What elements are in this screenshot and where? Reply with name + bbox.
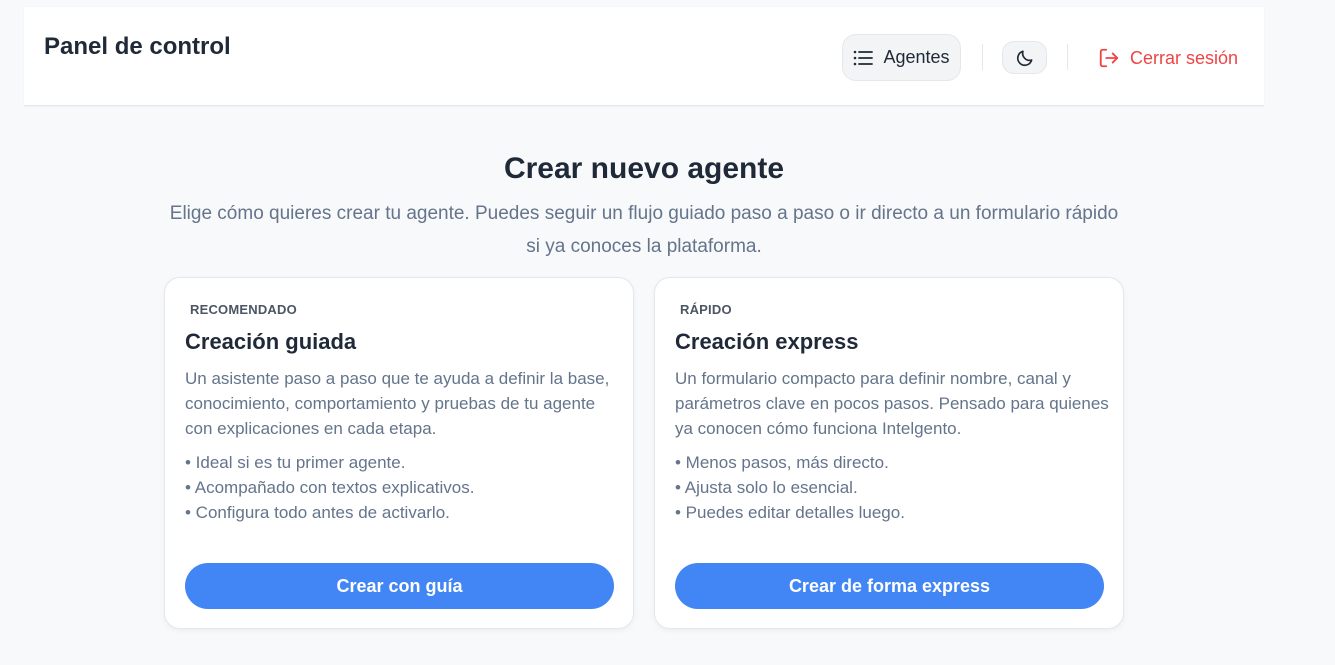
express-creation-card: RÁPIDO Creación express Un formulario co… (654, 277, 1124, 629)
card-tag: RECOMENDADO (190, 302, 297, 317)
create-express-button[interactable]: Crear de forma express (675, 563, 1104, 609)
list-item: • Configura todo antes de activarlo. (185, 503, 450, 522)
card-tag: RÁPIDO (680, 302, 732, 317)
card-description: Un formulario compacto para definir nomb… (675, 369, 1109, 438)
list-item: • Puedes editar detalles luego. (675, 503, 905, 522)
card-bullet-list: • Menos pasos, más directo. • Ajusta sol… (675, 450, 905, 525)
guided-creation-card: RECOMENDADO Creación guiada Un asistente… (164, 277, 634, 629)
header-divider (982, 44, 983, 70)
theme-toggle-button[interactable] (1002, 41, 1047, 74)
section-subheading: Elige cómo quieres crear tu agente. Pued… (169, 203, 1119, 257)
agents-nav-label: Agentes (883, 47, 950, 67)
logout-icon (1098, 47, 1120, 69)
header-divider (1067, 44, 1068, 70)
card-title: Creación guiada (185, 329, 357, 354)
list-item: • Ideal si es tu primer agente. (185, 453, 406, 472)
logout-label: Cerrar sesión (1130, 47, 1239, 68)
list-item: • Ajusta solo lo esencial. (675, 478, 858, 497)
create-guided-button[interactable]: Crear con guía (185, 563, 614, 609)
page-title: Panel de control (44, 33, 231, 60)
list-icon (853, 50, 874, 66)
card-bullet-list: • Ideal si es tu primer agente. • Acompa… (185, 450, 474, 525)
top-bar: Panel de control Agentes Cerrar sesión (24, 7, 1264, 106)
agents-nav-button[interactable]: Agentes (842, 34, 961, 81)
card-description: Un asistente paso a paso que te ayuda a … (185, 369, 610, 438)
list-item: • Acompañado con textos explicativos. (185, 478, 475, 497)
moon-icon (1015, 48, 1035, 68)
logout-button[interactable]: Cerrar sesión (1098, 45, 1238, 71)
section-heading: Crear nuevo agente (503, 152, 785, 185)
list-item: • Menos pasos, más directo. (675, 453, 889, 472)
card-title: Creación express (675, 329, 859, 354)
